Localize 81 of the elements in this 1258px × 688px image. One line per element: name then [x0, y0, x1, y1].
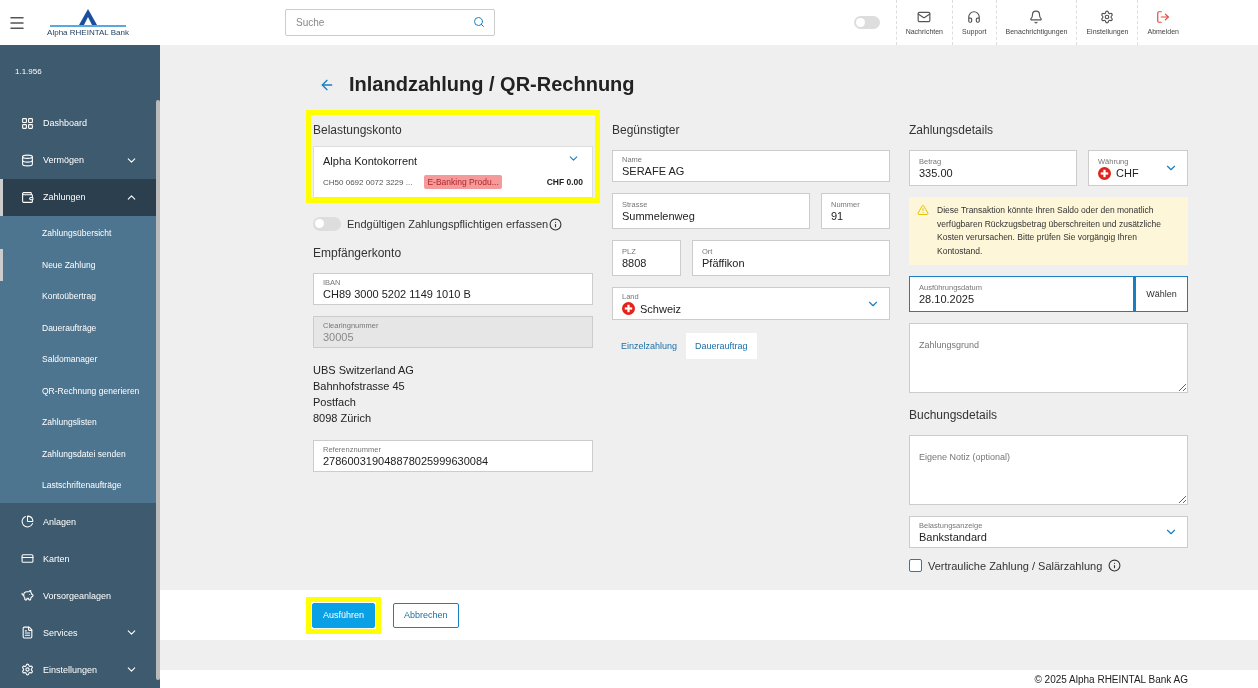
field-value: 28.10.2025 — [919, 293, 976, 305]
nav-subitem[interactable]: Saldomanager — [0, 343, 156, 376]
logout-icon — [1156, 10, 1171, 24]
checkbox[interactable] — [909, 559, 922, 572]
nav-item[interactable]: Einstellungen — [0, 651, 156, 688]
nav-item[interactable]: Vermögen — [0, 141, 156, 179]
field-value: Summelenweg — [622, 210, 695, 222]
address-line: Postfach — [313, 395, 357, 410]
logo-text: Alpha RHEINTAL Bank — [47, 28, 129, 37]
document-icon — [21, 626, 34, 640]
mail-icon — [917, 10, 932, 24]
swiss-flag-icon — [1098, 166, 1111, 180]
reason-field[interactable]: Zahlungsgrund — [909, 323, 1188, 393]
card-icon — [21, 552, 34, 566]
version-label: 1.1.956 — [14, 66, 43, 78]
field-value: 91 — [831, 210, 845, 222]
field-value: 278600319048878025999630084 — [323, 455, 489, 467]
field-value: CH89 3000 5202 1149 1010 B — [323, 288, 471, 300]
section-heading: Belastungskonto — [313, 122, 403, 139]
field-value: 30005 — [323, 331, 355, 343]
copyright-text: © 2025 Alpha RHEINTAL Bank AG — [1034, 673, 1188, 685]
account-name: Alpha Kontokorrent — [323, 155, 418, 167]
field-value: Pfäffikon — [702, 257, 745, 269]
field-value: Bankstandard — [919, 531, 987, 543]
warning-text: Diese Transaktion könnte Ihren Saldo oder den monatlich verfügbaren Rückzugsbetrag überschreiten und zusätzliche Kosten verursachen. Bitte prüfen Sie vorgängig Ihren Kontostand. — [937, 204, 1162, 258]
search-field[interactable]: Suche — [285, 9, 495, 36]
nav-item[interactable]: Karten — [0, 540, 156, 578]
address-line: UBS Switzerland AG — [313, 363, 415, 378]
section-heading: Zahlungsdetails — [909, 122, 995, 139]
settings-icon — [21, 663, 34, 677]
piggy-bank-icon — [21, 589, 34, 603]
nav-item[interactable]: Services — [0, 614, 156, 652]
field-value: 8808 — [622, 257, 647, 269]
info-icon[interactable] — [549, 217, 563, 231]
warning-icon — [917, 204, 929, 216]
toggle-switch[interactable] — [853, 16, 880, 29]
nav-item[interactable]: Zahlungen — [0, 178, 156, 216]
scrollbar[interactable] — [156, 100, 160, 680]
wallet-icon — [21, 190, 34, 204]
grid-icon — [21, 116, 34, 130]
payment-type-tab[interactable]: Einzelzahlung — [612, 333, 687, 359]
nav-subitem[interactable]: Kontoübertrag — [0, 280, 156, 313]
action-button[interactable]: Abbrechen — [393, 602, 459, 628]
nav-subitem[interactable]: Zahlungslisten — [0, 406, 156, 439]
address-line: 8098 Zürich — [313, 411, 373, 426]
info-icon[interactable] — [1108, 559, 1122, 572]
account-select[interactable]: Alpha Kontokorrent CH50 0692 0072 3229 ... E-Banking Produ... CHF 0.00 — [313, 146, 593, 198]
section-heading: Empfängerkonto — [313, 245, 403, 262]
pie-chart-icon — [21, 515, 34, 529]
section-heading: Buchungsdetails — [909, 407, 999, 424]
coins-icon — [21, 153, 34, 167]
field-value: CHF — [1098, 166, 1139, 180]
nav-subitem[interactable]: QR-Rechnung generieren — [0, 375, 156, 407]
field-value: 335.00 — [919, 167, 953, 179]
nav-subitem[interactable]: Zahlungsdatei senden — [0, 438, 156, 470]
search-icon[interactable] — [473, 16, 485, 28]
field-value: SERAFE AG — [622, 165, 685, 177]
toggle-label: Endgültigen Zahlungspflichtigen erfassen — [347, 218, 549, 230]
nav-item[interactable]: Anlagen — [0, 503, 156, 541]
toggle-switch[interactable] — [313, 217, 341, 231]
field-value: Schweiz — [622, 302, 681, 315]
section-heading: Begünstigter — [612, 122, 681, 139]
address-line: Bahnhofstrasse 45 — [313, 379, 406, 394]
account-tag: E-Banking Produ... — [424, 175, 502, 189]
settings-icon — [1100, 10, 1115, 24]
nav-subitem[interactable]: Daueraufträge — [0, 312, 156, 344]
payment-type-tab[interactable]: Dauerauftrag — [686, 333, 757, 359]
nav-subitem[interactable]: Zahlungsübersicht — [0, 217, 156, 250]
bell-icon — [1029, 10, 1044, 24]
headset-icon — [967, 10, 982, 24]
checkbox-label: Vertrauliche Zahlung / Salärzahlung — [928, 559, 1103, 572]
note-field[interactable]: Eigene Notiz (optional) — [909, 435, 1188, 505]
page-title: Inlandzahlung / QR-Rechnung — [349, 73, 635, 96]
nav-item[interactable]: Dashboard — [0, 104, 156, 142]
account-iban: CH50 0692 0072 3229 ... — [323, 177, 413, 187]
logo-icon — [50, 8, 126, 28]
account-balance: CHF 0.00 — [546, 177, 583, 187]
swiss-flag-icon — [622, 302, 635, 315]
nav-subitem[interactable]: Lastschriftenaufträge — [0, 469, 156, 502]
choose-date-button[interactable]: Wählen — [1134, 276, 1188, 312]
nav-item[interactable]: Vorsorgeanlagen — [0, 577, 156, 615]
